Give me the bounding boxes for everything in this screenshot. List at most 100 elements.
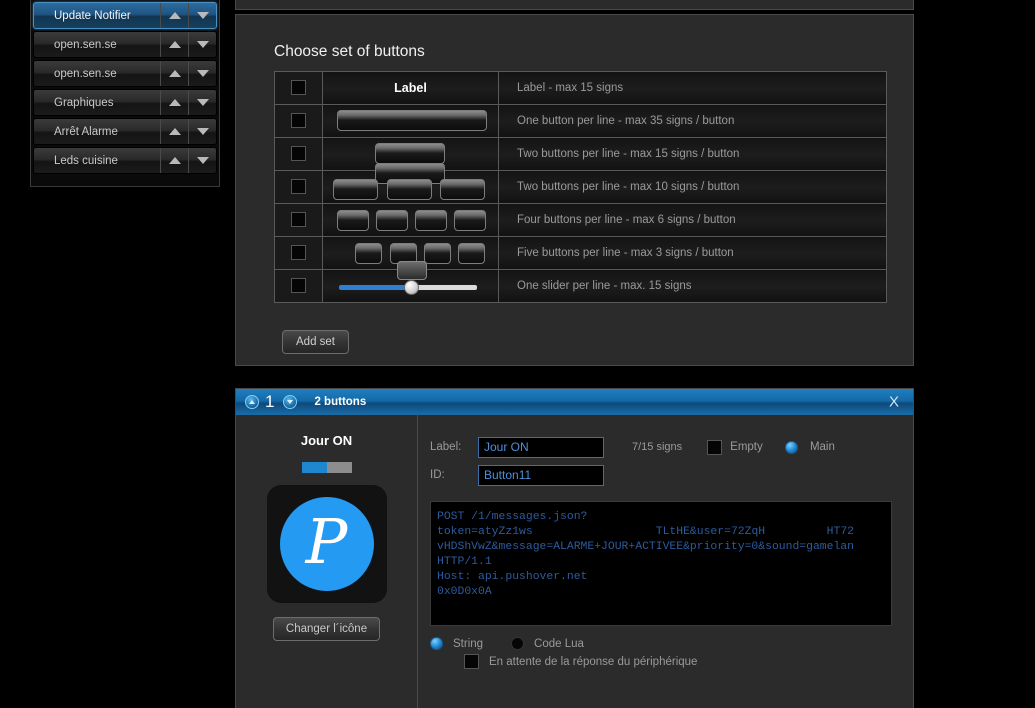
preview-button xyxy=(376,210,408,231)
preview-button xyxy=(440,179,485,200)
triangle-down-icon[interactable] xyxy=(188,61,216,86)
preview-label-text: Label xyxy=(394,81,427,95)
triangle-down-icon[interactable] xyxy=(188,119,216,144)
row-checkbox-cell[interactable] xyxy=(274,236,323,270)
wait-response-checkbox[interactable] xyxy=(464,654,479,669)
triangle-down-icon[interactable] xyxy=(188,148,216,173)
choose-button-set-panel: Choose set of buttons Label Label - max … xyxy=(235,14,914,366)
sidebar-item-graphiques[interactable]: Graphiques xyxy=(33,89,217,116)
label-caption: Label: xyxy=(430,441,462,453)
toggle-off-segment[interactable] xyxy=(326,462,352,473)
row-checkbox-cell[interactable] xyxy=(274,71,323,105)
row-checkbox-cell[interactable] xyxy=(274,203,323,237)
close-icon[interactable]: X xyxy=(889,394,899,411)
preview-slider xyxy=(323,261,498,302)
slider-knob xyxy=(404,280,419,295)
code-redacted-2: XXXXXXXXX xyxy=(765,526,827,538)
row-checkbox-cell[interactable] xyxy=(274,170,323,204)
checkbox-icon[interactable] xyxy=(291,179,306,195)
checkbox-icon[interactable] xyxy=(291,80,306,96)
row-checkbox-cell[interactable] xyxy=(274,137,323,171)
triangle-down-icon[interactable] xyxy=(188,3,216,28)
sidebar-item-leds-cuisine[interactable]: Leds cuisine xyxy=(33,147,217,174)
preview-toggle[interactable] xyxy=(301,462,352,473)
toggle-on-segment[interactable] xyxy=(301,462,327,473)
row-preview-cell xyxy=(322,203,499,237)
row-description: Two buttons per line - max 10 signs / bu… xyxy=(498,170,887,204)
sidebar-item-open-sen-se-2[interactable]: open.sen.se xyxy=(33,60,217,87)
checkbox-icon[interactable] xyxy=(291,212,306,228)
sidebar-item-label: Update Notifier xyxy=(54,9,131,22)
table-row[interactable]: Two buttons per line - max 15 signs / bu… xyxy=(274,137,887,171)
empty-checkbox[interactable] xyxy=(707,439,723,455)
main-radio[interactable] xyxy=(784,440,798,454)
row-description: Two buttons per line - max 15 signs / bu… xyxy=(498,137,887,171)
code-line-2b: TLtHE&user=72ZqH xyxy=(655,526,766,538)
triangle-up-icon[interactable] xyxy=(160,3,188,28)
triangle-up-icon[interactable] xyxy=(160,61,188,86)
add-set-button[interactable]: Add set xyxy=(282,330,349,354)
sidebar-item-update-notifier[interactable]: Update Notifier xyxy=(33,2,217,29)
request-code-textarea[interactable]: POST /1/messages.json? token=atyZz1wsXXX… xyxy=(430,501,892,626)
id-caption: ID: xyxy=(430,469,445,481)
preview-button xyxy=(424,243,451,264)
preview-button xyxy=(333,179,378,200)
checkbox-icon[interactable] xyxy=(291,278,306,294)
editor-body: Jour ON P Changer l´icône Label: 7/15 si… xyxy=(236,415,913,708)
row-preview-cell: Label xyxy=(322,71,499,105)
sidebar-item-arret-alarme[interactable]: Arrêt Alarme xyxy=(33,118,217,145)
table-row[interactable]: Five buttons per line - max 3 signs / bu… xyxy=(274,236,887,270)
top-panel-strip xyxy=(235,0,914,10)
table-row[interactable]: Four buttons per line - max 6 signs / bu… xyxy=(274,203,887,237)
code-line-1: POST /1/messages.json? xyxy=(437,511,588,523)
triangle-up-icon[interactable] xyxy=(160,148,188,173)
preview-button xyxy=(337,210,369,231)
sidebar-item-label: open.sen.se xyxy=(54,67,117,80)
table-row[interactable]: Label Label - max 15 signs xyxy=(274,71,887,105)
triangle-up-icon[interactable] xyxy=(160,32,188,57)
triangle-up-icon[interactable] xyxy=(160,119,188,144)
triangle-down-icon[interactable] xyxy=(188,90,216,115)
row-description: Five buttons per line - max 3 signs / bu… xyxy=(498,236,887,270)
table-row[interactable]: Two buttons per line - max 10 signs / bu… xyxy=(274,163,887,204)
id-field-row: ID: xyxy=(430,461,913,489)
code-redacted-1: XXXXXXXXXXXXXXXXXX xyxy=(533,526,656,538)
empty-label: Empty xyxy=(730,441,763,453)
row-checkbox-cell[interactable] xyxy=(274,104,323,138)
triangle-down-icon[interactable] xyxy=(188,32,216,57)
editor-title: 2 buttons xyxy=(314,396,367,408)
id-input[interactable] xyxy=(478,464,604,486)
code-lua-radio[interactable] xyxy=(511,637,525,650)
sidebar-item-open-sen-se-1[interactable]: open.sen.se xyxy=(33,31,217,58)
triangle-up-icon[interactable] xyxy=(160,90,188,115)
sidebar-item-label: open.sen.se xyxy=(54,38,117,51)
label-input[interactable] xyxy=(478,436,604,458)
code-line-4: HTTP/1.1 xyxy=(437,556,492,568)
preview-button xyxy=(458,243,485,264)
pushover-icon: P xyxy=(279,497,374,591)
string-radio[interactable] xyxy=(430,637,443,650)
slider-track-empty xyxy=(411,285,477,290)
code-line-6: 0x0D0x0A xyxy=(437,586,492,598)
table-row[interactable]: One slider per line - max. 15 signs xyxy=(274,261,887,303)
code-line-3: vHDShVwZ&message=ALARME+JOUR+ACTIVEE&pri… xyxy=(437,541,854,553)
table-row[interactable]: One button per line - max 35 signs / but… xyxy=(274,104,887,138)
icon-preview-box[interactable]: P xyxy=(266,485,387,603)
checkbox-icon[interactable] xyxy=(291,146,306,162)
change-icon-button[interactable]: Changer l´icône xyxy=(272,617,381,641)
chevron-up-circle-icon[interactable] xyxy=(245,395,259,409)
row-checkbox-cell[interactable] xyxy=(274,269,323,303)
slider-tooltip xyxy=(397,261,427,280)
preview-button xyxy=(415,210,447,231)
signs-counter: 7/15 signs xyxy=(632,441,683,453)
editor-form-pane: Label: 7/15 signs Empty Main ID: POST /1… xyxy=(418,415,913,708)
checkbox-icon[interactable] xyxy=(291,113,306,129)
preview-button xyxy=(454,210,486,231)
sidebar-item-label: Leds cuisine xyxy=(54,154,118,167)
chevron-down-circle-icon[interactable] xyxy=(283,395,298,409)
button-editor-panel: 1 2 buttons X Jour ON P Changer l´icône xyxy=(235,388,914,708)
checkbox-icon[interactable] xyxy=(291,245,306,261)
button-set-table: Label Label - max 15 signs One button pe… xyxy=(274,71,887,303)
app-root: Update Notifier open.sen.se open.sen.se … xyxy=(0,0,1035,708)
row-description: One button per line - max 35 signs / but… xyxy=(498,104,887,138)
